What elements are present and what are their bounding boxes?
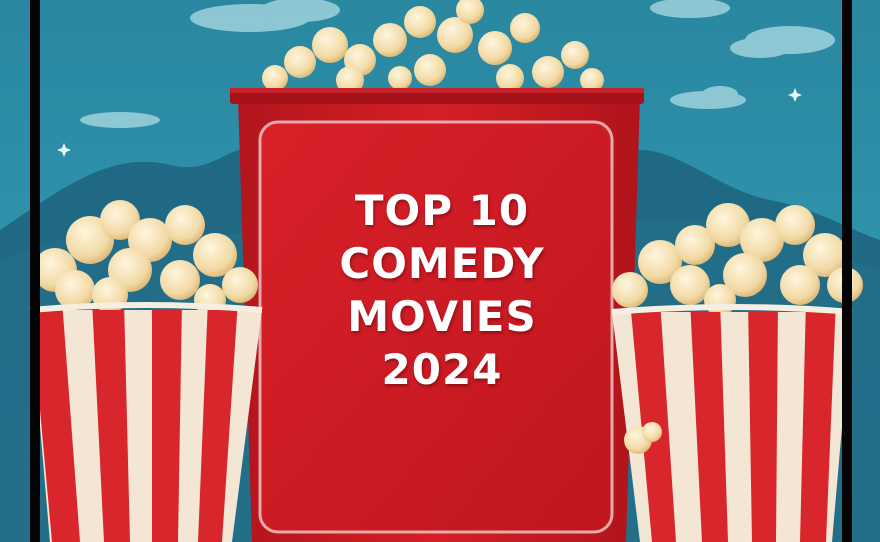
title-line-2: COMEDY	[339, 239, 545, 288]
right-frame-border	[842, 0, 852, 542]
left-frame-border	[30, 0, 40, 542]
title-line-3: MOVIES	[347, 292, 537, 341]
title-line-4: 2024	[381, 345, 503, 394]
title-line-1: TOP 10	[354, 186, 530, 235]
poster-title: TOP 10 COMEDY MOVIES 2024	[292, 184, 592, 396]
